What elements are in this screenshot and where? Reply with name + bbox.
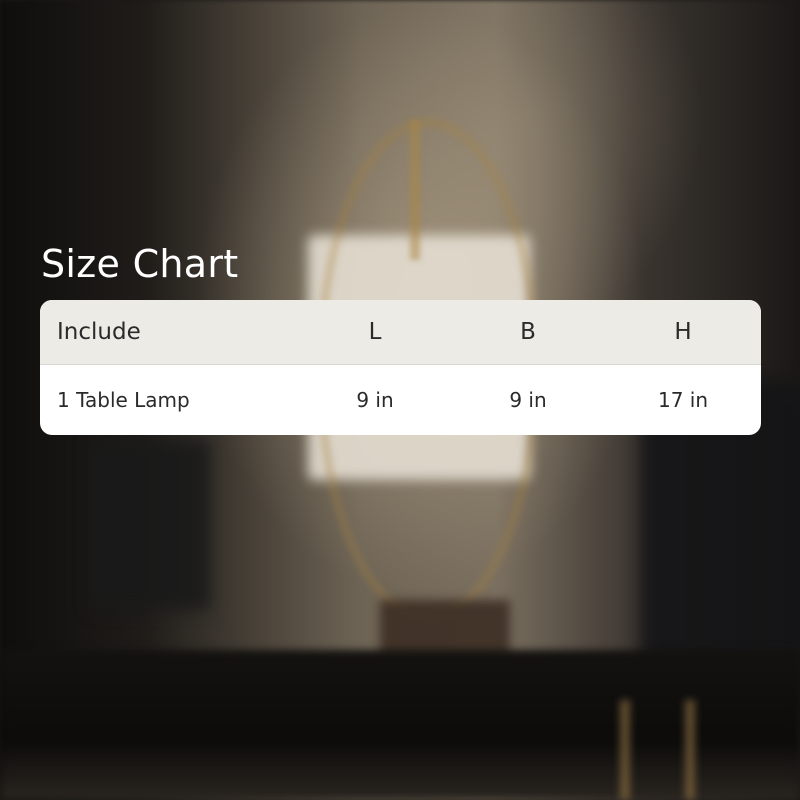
page-title: Size Chart: [41, 242, 239, 286]
background-object-blur: [90, 440, 210, 610]
desk-blur: [0, 650, 800, 800]
table-header-row: Include L B H: [40, 300, 761, 365]
table-row: 1 Table Lamp 9 in 9 in 17 in: [57, 388, 709, 412]
header-include: Include: [57, 319, 141, 345]
lamp-rod-blur: [410, 120, 420, 260]
cell-include: 1 Table Lamp: [57, 388, 190, 412]
desk-leg-blur: [620, 700, 630, 800]
desk-leg-blur: [685, 700, 695, 800]
size-table: Include L B H 1 Table Lamp 9 in 9 in 17 …: [40, 300, 761, 435]
